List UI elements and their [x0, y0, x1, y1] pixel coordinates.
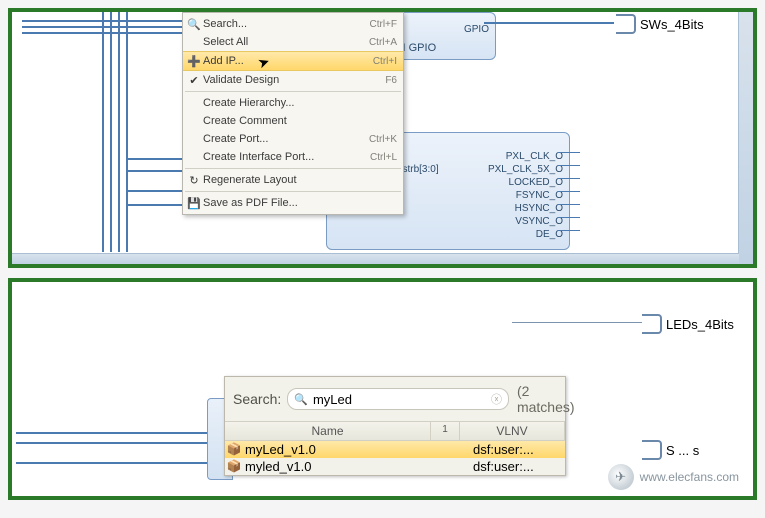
ip-icon: 📦: [225, 442, 243, 457]
port-label: PXL_CLK_O: [448, 150, 563, 163]
menu-shortcut: Ctrl+K: [369, 134, 397, 145]
column-name[interactable]: Name: [225, 422, 431, 440]
menu-item-select-all[interactable]: Select All Ctrl+A: [183, 33, 403, 51]
interface-port-icon: [616, 14, 636, 34]
menu-separator: [185, 191, 401, 192]
menu-label: Select All: [203, 36, 369, 48]
port-label: FSYNC_O: [448, 189, 563, 202]
match-count: (2 matches): [517, 383, 575, 415]
menu-shortcut: Ctrl+F: [370, 19, 398, 30]
column-vlnv[interactable]: VLNV: [460, 422, 565, 440]
menu-item-add-ip[interactable]: ➕ Add IP... Ctrl+I: [183, 51, 403, 71]
block-diagram-canvas[interactable]: LEDs_4Bits Search: 🔍 ⓧ (2 matches) Name …: [12, 282, 753, 496]
result-row[interactable]: 📦 myled_v1.0 dsf:user:...: [225, 458, 565, 475]
interface-port-icon: [642, 314, 662, 334]
menu-label: Create Hierarchy...: [203, 97, 397, 109]
menu-label: Create Interface Port...: [203, 151, 370, 163]
menu-label: Validate Design: [203, 74, 385, 86]
search-input-wrapper[interactable]: 🔍 ⓧ: [287, 388, 509, 410]
column-index[interactable]: 1: [431, 422, 460, 440]
port-label: LOCKED_O: [448, 176, 563, 189]
refresh-icon: ↻: [185, 174, 203, 187]
menu-shortcut: Ctrl+A: [369, 37, 397, 48]
search-input[interactable]: [311, 391, 491, 408]
menu-item-create-interface-port[interactable]: Create Interface Port... Ctrl+L: [183, 148, 403, 166]
port-label: VSYNC_O: [448, 215, 563, 228]
ip-icon: 📦: [225, 459, 243, 474]
port-label: GPIO: [412, 23, 489, 36]
vertical-scrollbar[interactable]: [738, 12, 753, 264]
menu-item-create-comment[interactable]: Create Comment: [183, 112, 403, 130]
result-name: myLed_v1.0: [243, 442, 473, 457]
output-label: SWs_4Bits: [640, 17, 704, 32]
result-row[interactable]: 📦 myLed_v1.0 dsf:user:...: [225, 441, 565, 458]
output-label: LEDs_4Bits: [666, 317, 734, 332]
add-icon: ➕: [185, 55, 203, 68]
menu-shortcut: Ctrl+L: [370, 152, 397, 163]
menu-item-create-port[interactable]: Create Port... Ctrl+K: [183, 130, 403, 148]
menu-separator: [185, 168, 401, 169]
menu-item-regenerate-layout[interactable]: ↻ Regenerate Layout: [183, 171, 403, 189]
ip-search-popup: Search: 🔍 ⓧ (2 matches) Name 1 VLNV 📦 my…: [224, 376, 566, 476]
block-diagram-canvas[interactable]: i_aclk i_aresetn GPIO AXI GPIO SWs_4Bits…: [12, 12, 753, 264]
menu-separator: [185, 91, 401, 92]
menu-item-create-hierarchy[interactable]: Create Hierarchy...: [183, 94, 403, 112]
menu-item-validate-design[interactable]: ✔ Validate Design F6: [183, 71, 403, 89]
search-icon: 🔍: [185, 18, 203, 31]
menu-label: Add IP...: [203, 55, 373, 67]
watermark-icon: ✈: [608, 464, 634, 490]
port-label: DE_O: [448, 228, 563, 241]
context-menu: 🔍 Search... Ctrl+F Select All Ctrl+A ➕ A…: [182, 12, 404, 215]
result-header: Name 1 VLNV: [225, 421, 565, 441]
output-tag-leds[interactable]: LEDs_4Bits: [642, 314, 734, 334]
search-label: Search:: [233, 391, 281, 407]
output-label: S ... s: [666, 443, 699, 458]
result-vlnv: dsf:user:...: [473, 459, 565, 474]
horizontal-scrollbar[interactable]: [12, 253, 739, 264]
top-panel: i_aclk i_aresetn GPIO AXI GPIO SWs_4Bits…: [8, 8, 757, 268]
check-icon: ✔: [185, 74, 203, 87]
port-label: PXL_CLK_5X_O: [448, 163, 563, 176]
menu-label: Search...: [203, 18, 370, 30]
output-tag-sws[interactable]: SWs_4Bits: [616, 14, 704, 34]
menu-shortcut: F6: [385, 75, 397, 86]
save-icon: 💾: [185, 197, 203, 210]
menu-label: Save as PDF File...: [203, 197, 397, 209]
bottom-panel: LEDs_4Bits Search: 🔍 ⓧ (2 matches) Name …: [8, 278, 757, 500]
menu-label: Regenerate Layout: [203, 174, 397, 186]
output-tag-other[interactable]: S ... s: [642, 440, 699, 460]
port-label: HSYNC_O: [448, 202, 563, 215]
menu-item-search[interactable]: 🔍 Search... Ctrl+F: [183, 15, 403, 33]
result-vlnv: dsf:user:...: [473, 442, 565, 457]
interface-port-icon: [642, 440, 662, 460]
search-icon: 🔍: [294, 393, 308, 406]
menu-item-save-pdf[interactable]: 💾 Save as PDF File...: [183, 194, 403, 212]
menu-shortcut: Ctrl+I: [373, 56, 397, 67]
menu-label: Create Comment: [203, 115, 397, 127]
watermark: ✈ www.elecfans.com: [608, 464, 739, 490]
result-name: myled_v1.0: [243, 459, 473, 474]
menu-label: Create Port...: [203, 133, 369, 145]
clear-icon[interactable]: ⓧ: [491, 391, 502, 407]
watermark-link[interactable]: www.elecfans.com: [640, 470, 739, 484]
